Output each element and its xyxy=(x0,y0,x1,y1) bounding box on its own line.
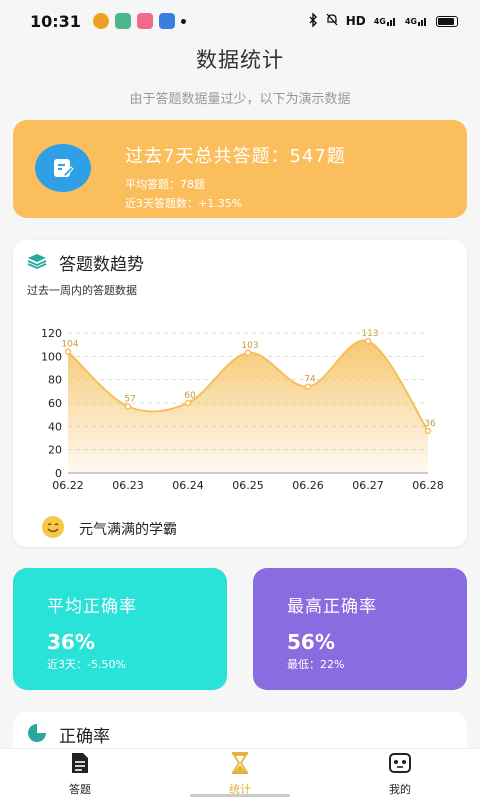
max-accuracy-card: 最高正确率 56% 最低：22% xyxy=(253,568,467,690)
avg-accuracy-value: 36% xyxy=(47,630,95,654)
tab-answer-label: 答题 xyxy=(69,783,91,796)
data-label: 74 xyxy=(304,375,316,385)
tab-mine[interactable]: 我的 xyxy=(320,749,480,800)
y-tick-label: 20 xyxy=(48,444,62,457)
data-point xyxy=(424,427,432,435)
bluetooth-icon xyxy=(308,11,318,30)
avg-accuracy-card: 平均正确率 36% 近3天：-5.50% xyxy=(13,568,227,690)
data-label: 103 xyxy=(241,341,258,351)
network-type: HD xyxy=(345,14,366,28)
tab-stats[interactable]: 统计 xyxy=(160,749,320,800)
weibo-icon xyxy=(92,13,109,29)
page-title: 数据统计 xyxy=(196,48,284,72)
robot-face-icon xyxy=(388,752,412,778)
accuracy-title: 正确率 xyxy=(59,727,110,747)
data-label: 36 xyxy=(424,419,436,429)
data-point xyxy=(184,399,192,407)
trend-chart: 02040608010012010406.225706.236006.24103… xyxy=(41,327,444,492)
summary-recent: 近3天答题数：+1.35% xyxy=(125,197,243,210)
summary-headline: 过去7天总共答题：547题 xyxy=(125,146,346,167)
trend-title: 答题数趋势 xyxy=(59,255,144,275)
pie-chart-icon xyxy=(27,723,47,747)
trend-footer-text: 元气满满的学霸 xyxy=(79,522,177,538)
x-tick-label: 06.25 xyxy=(232,479,264,492)
trend-card: 0 20 40 60 80 100 120 104 06.22 57 06.23 60 06.24 103… xyxy=(13,240,467,547)
data-label: 104 xyxy=(61,340,78,350)
data-label: 57 xyxy=(124,395,135,405)
edit-note-icon xyxy=(35,144,91,192)
trend-footer: 元气满满的学霸 xyxy=(41,515,177,543)
accuracy-section: 正确率 xyxy=(13,712,467,752)
status-bar: 10:31 HD 4G 4G xyxy=(0,0,480,42)
signal-4g-1: 4G xyxy=(374,16,397,26)
summary-average: 平均答题：78题 xyxy=(125,178,205,191)
page-subtitle: 由于答题数据量过少，以下为演示数据 xyxy=(129,92,351,107)
y-tick-label: 80 xyxy=(48,374,62,387)
y-tick-label: 120 xyxy=(41,327,62,340)
trend-subtitle: 过去一周内的答题数据 xyxy=(27,284,137,297)
video-app-icon xyxy=(136,13,153,29)
max-accuracy-label: 最高正确率 xyxy=(287,597,377,617)
y-tick-label: 60 xyxy=(48,397,62,410)
data-point xyxy=(364,337,372,345)
tab-mine-label: 我的 xyxy=(389,783,411,796)
data-point xyxy=(244,349,252,357)
max-accuracy-value: 56% xyxy=(287,630,335,654)
data-label: 113 xyxy=(361,329,378,339)
document-icon xyxy=(70,752,90,778)
tab-answer[interactable]: 答题 xyxy=(0,749,160,800)
app-notification-icon xyxy=(114,13,131,29)
store-app-icon xyxy=(158,13,175,29)
series-area xyxy=(68,340,428,473)
data-point xyxy=(124,403,132,410)
x-tick-label: 06.28 xyxy=(412,479,444,492)
max-accuracy-note: 最低：22% xyxy=(287,658,345,671)
x-tick-label: 06.26 xyxy=(292,479,324,492)
y-tick-label: 40 xyxy=(48,420,62,433)
data-label: 60 xyxy=(184,391,196,401)
mute-bell-icon xyxy=(326,13,338,29)
data-point xyxy=(304,383,312,390)
x-tick-label: 06.22 xyxy=(52,479,84,492)
smile-emoji-icon xyxy=(41,515,65,543)
status-time: 10:31 xyxy=(30,11,81,31)
battery-icon xyxy=(436,15,458,27)
x-tick-label: 06.27 xyxy=(352,479,384,492)
signal-4g-2: 4G xyxy=(405,16,428,26)
avg-accuracy-label: 平均正确率 xyxy=(47,597,137,617)
home-indicator xyxy=(190,794,290,797)
x-tick-label: 06.23 xyxy=(112,479,144,492)
summary-card: 过去7天总共答题：547题 平均答题：78题 近3天答题数：+1.35% xyxy=(13,120,467,218)
y-tick-label: 100 xyxy=(41,350,62,363)
x-tick-label: 06.24 xyxy=(172,479,204,492)
layers-icon xyxy=(27,253,47,273)
bottom-tab-bar: 答题 统计 我的 xyxy=(0,748,480,800)
dot-icon xyxy=(180,18,186,24)
avg-accuracy-note: 近3天：-5.50% xyxy=(47,658,126,671)
data-point xyxy=(64,348,72,355)
hourglass-icon xyxy=(231,752,249,778)
